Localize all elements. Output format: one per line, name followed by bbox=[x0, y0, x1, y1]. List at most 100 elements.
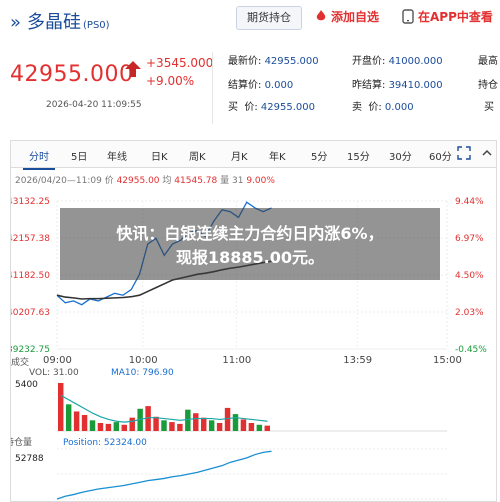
position-top-tick: 52788 bbox=[15, 454, 44, 464]
y-right-tick-3: 2.03% bbox=[455, 308, 484, 318]
info-vol-label: 量 bbox=[220, 176, 230, 186]
tab-5[interactable]: 月K bbox=[231, 148, 248, 163]
tab-8[interactable]: 15分 bbox=[347, 148, 370, 163]
news-flash-line-2: 现报18885.00元。 bbox=[175, 248, 324, 267]
y-right-tick-2: 4.50% bbox=[455, 271, 484, 281]
prev-settle-label: 昨结算: bbox=[352, 80, 386, 91]
tab-7[interactable]: 5分 bbox=[311, 148, 327, 163]
open-in-app-button[interactable]: 在APP中查看 bbox=[402, 8, 493, 25]
volume-ma-label: MA10: 796.90 bbox=[111, 368, 174, 378]
volume-bar-3 bbox=[81, 415, 88, 431]
x-tick-0: 09:00 bbox=[43, 355, 72, 366]
period-tabs: 分时 5日 年线 日K 周K 月K 年K 5分 15分 30分 60分 bbox=[11, 141, 496, 170]
volume-bar-7 bbox=[113, 422, 120, 431]
futures-position-button[interactable]: 期货持仓 bbox=[236, 6, 302, 30]
tab-0[interactable]: 分时 bbox=[23, 148, 55, 170]
add-watchlist-label: 添加自选 bbox=[331, 10, 380, 24]
quote-divider bbox=[212, 52, 213, 124]
open-price-row: 开盘价: 41000.000 bbox=[352, 52, 443, 67]
volume-bar-25 bbox=[256, 424, 263, 431]
instrument-name: 多晶硅 bbox=[27, 12, 82, 33]
prev-settle-value: 39410.000 bbox=[388, 80, 443, 91]
position-line bbox=[56, 450, 272, 500]
bid-volume-label: 买 bbox=[484, 102, 494, 113]
header-bar: » 多晶硅 (PS0) 期货持仓 添加自选 在APP中查看 bbox=[0, 0, 500, 43]
bid-price-row: 买 价: 42955.000 bbox=[228, 98, 315, 113]
volume-bar-22 bbox=[232, 414, 239, 431]
open-interest-label: 持仓 bbox=[478, 80, 498, 91]
volume-bar-13 bbox=[161, 420, 167, 431]
volume-label: VOL: 31.00 bbox=[29, 368, 79, 378]
tab-6[interactable]: 年K bbox=[269, 148, 286, 163]
up-arrow-icon bbox=[125, 61, 141, 77]
info-avg-value: 41545.78 bbox=[174, 176, 218, 186]
volume-bar-18 bbox=[201, 417, 207, 431]
volume-bar-8 bbox=[121, 424, 127, 431]
flame-icon bbox=[316, 10, 326, 21]
volume-bar-6 bbox=[105, 423, 112, 431]
last-price: 42955.000 bbox=[10, 62, 134, 87]
open-price-value: 41000.000 bbox=[388, 56, 443, 67]
info-avg-label: 均 bbox=[162, 176, 172, 186]
bid-price-value: 42955.000 bbox=[260, 102, 315, 113]
y-left-tick-2: 41182.50 bbox=[11, 271, 50, 281]
volume-bar-16 bbox=[185, 409, 191, 431]
settle-price-value: 0.000 bbox=[264, 80, 294, 91]
price-change: +3545.000 bbox=[146, 56, 214, 70]
add-watchlist-button[interactable]: 添加自选 bbox=[314, 8, 379, 25]
volume-bar-12 bbox=[153, 416, 159, 431]
x-tick-3: 13:59 bbox=[343, 355, 372, 366]
volume-bar-0 bbox=[58, 383, 64, 431]
latest-price-row: 最新价: 42955.000 bbox=[228, 52, 319, 67]
volume-top-tick: 5400 bbox=[15, 380, 38, 390]
volume-bar-23 bbox=[240, 419, 247, 431]
volume-bar-15 bbox=[177, 423, 183, 431]
ask-price-label: 卖 价: bbox=[352, 102, 382, 113]
tab-4[interactable]: 周K bbox=[189, 148, 206, 163]
tab-10[interactable]: 60分 bbox=[429, 148, 452, 163]
volume-ma-line bbox=[60, 394, 268, 423]
position-panel-title: 持仓量 bbox=[11, 436, 32, 448]
open-in-app-label: 在APP中查看 bbox=[418, 10, 493, 24]
x-tick-1: 10:00 bbox=[129, 355, 158, 366]
bid-price-label: 买 价: bbox=[228, 102, 258, 113]
latest-price-value: 42955.000 bbox=[264, 56, 319, 67]
crosshair-info: 2026/04/20—11:09 价 42955.00 均 41545.78 量… bbox=[15, 173, 275, 186]
info-price-label: 价 bbox=[104, 176, 114, 186]
tab-9[interactable]: 30分 bbox=[389, 148, 412, 163]
news-flash-text: 快讯：白银连续主力合约日内涨6%， 现报18885.00元。 bbox=[60, 222, 440, 270]
y-right-tick-1: 6.97% bbox=[455, 234, 484, 244]
chevron-right-icon[interactable]: » bbox=[10, 12, 21, 33]
info-price-value: 42955.00 bbox=[116, 176, 160, 186]
quote-timestamp: 2026-04-20 11:09:55 bbox=[46, 100, 142, 110]
volume-bar-19 bbox=[208, 420, 215, 431]
tab-3[interactable]: 日K bbox=[151, 148, 168, 163]
phone-icon bbox=[402, 9, 414, 24]
chart-panel: 分时 5日 年线 日K 周K 月K 年K 5分 15分 30分 60分 2026/04/20—11:… bbox=[10, 140, 497, 502]
ask-price-row: 卖 价: 0.000 bbox=[352, 98, 414, 113]
volume-bar-1 bbox=[65, 404, 72, 431]
y-right-tick-4: -0.45% bbox=[455, 345, 487, 355]
position-label: Position: 52324.00 bbox=[63, 438, 147, 448]
volume-panel-title: 成交 bbox=[11, 356, 29, 368]
fullscreen-icon[interactable] bbox=[457, 146, 471, 160]
tab-2[interactable]: 年线 bbox=[107, 148, 127, 163]
volume-bar-26 bbox=[264, 425, 270, 431]
news-flash-overlay[interactable]: 快讯：白银连续主力合约日内涨6%， 现报18885.00元。 bbox=[60, 208, 440, 280]
prev-settle-row: 昨结算: 39410.000 bbox=[352, 76, 443, 91]
tab-1[interactable]: 5日 bbox=[71, 148, 87, 163]
news-flash-line-1: 快讯：白银连续主力合约日内涨6%， bbox=[116, 224, 384, 243]
chevron-up-icon[interactable] bbox=[481, 147, 493, 159]
volume-bar-2 bbox=[73, 411, 80, 431]
ask-price-value: 0.000 bbox=[384, 102, 414, 113]
settle-price-label: 结算价: bbox=[228, 80, 262, 91]
instrument-title: » 多晶硅 (PS0) bbox=[10, 8, 110, 34]
volume-bar-9 bbox=[129, 417, 135, 431]
volume-bar-20 bbox=[216, 423, 223, 431]
info-vol-value: 31 bbox=[232, 176, 244, 186]
high-price-label: 最高 bbox=[478, 56, 498, 67]
x-tick-4: 15:00 bbox=[433, 355, 462, 366]
price-change-percent: +9.00% bbox=[146, 74, 195, 88]
volume-bar-5 bbox=[97, 423, 104, 431]
instrument-code: (PS0) bbox=[83, 20, 110, 31]
